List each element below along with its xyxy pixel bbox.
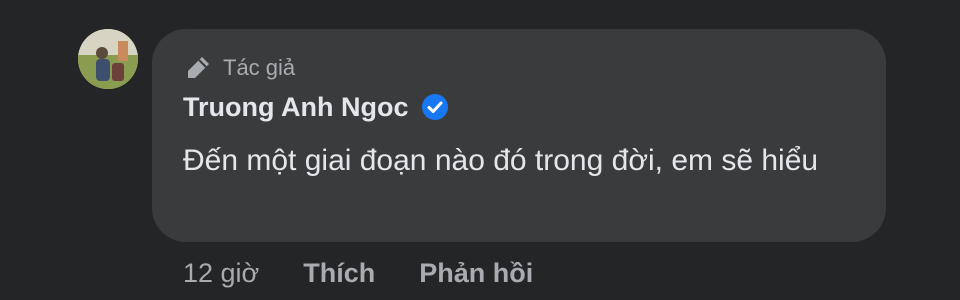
comment-text: Đến một giai đoạn nào đó trong đời, em s…: [183, 144, 819, 177]
pen-icon: [188, 57, 209, 78]
author-row: Truong Anh Ngoc: [183, 88, 450, 126]
comment-timestamp[interactable]: 12 giờ: [183, 256, 259, 290]
author-name[interactable]: Truong Anh Ngoc: [183, 88, 408, 126]
like-button[interactable]: Thích: [303, 256, 375, 290]
comment-actions: 12 giờ Thích Phản hồi: [183, 256, 533, 290]
avatar[interactable]: [78, 29, 138, 89]
verified-check-icon: [422, 94, 449, 120]
author-badge: Tác giả: [183, 53, 295, 83]
author-badge-label: Tác giả: [223, 55, 296, 80]
reply-button[interactable]: Phản hồi: [419, 256, 533, 290]
avatar-photo: [78, 29, 138, 89]
